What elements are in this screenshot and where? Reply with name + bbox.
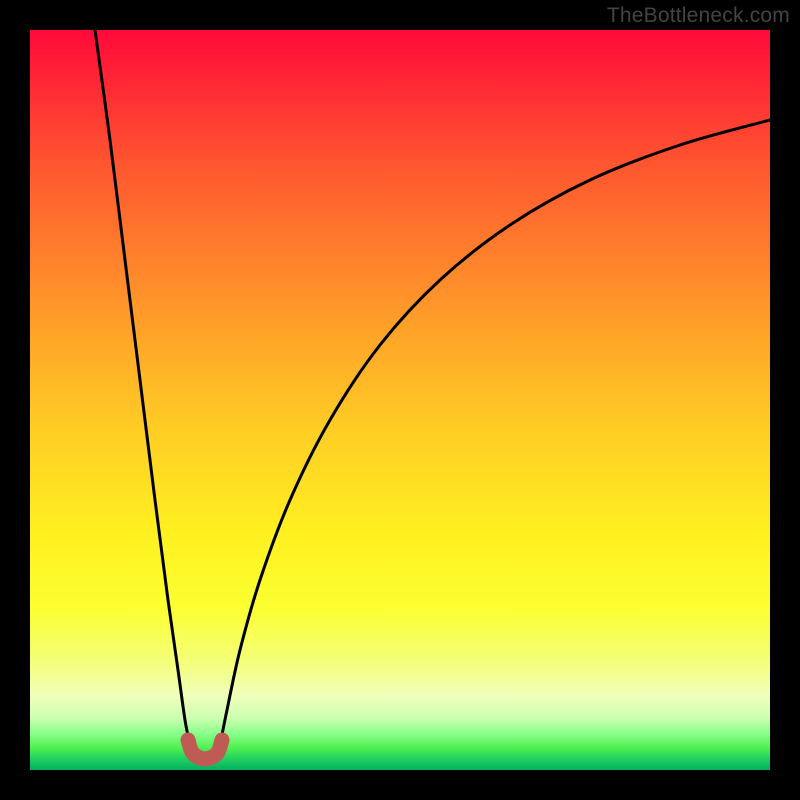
watermark-text: TheBottleneck.com — [607, 4, 790, 28]
curve-layer — [30, 30, 770, 770]
trough-marker — [188, 740, 222, 759]
chart-frame: TheBottleneck.com — [0, 0, 800, 800]
curve-right — [220, 120, 770, 745]
plot-area — [30, 30, 770, 770]
curve-left — [95, 30, 190, 745]
